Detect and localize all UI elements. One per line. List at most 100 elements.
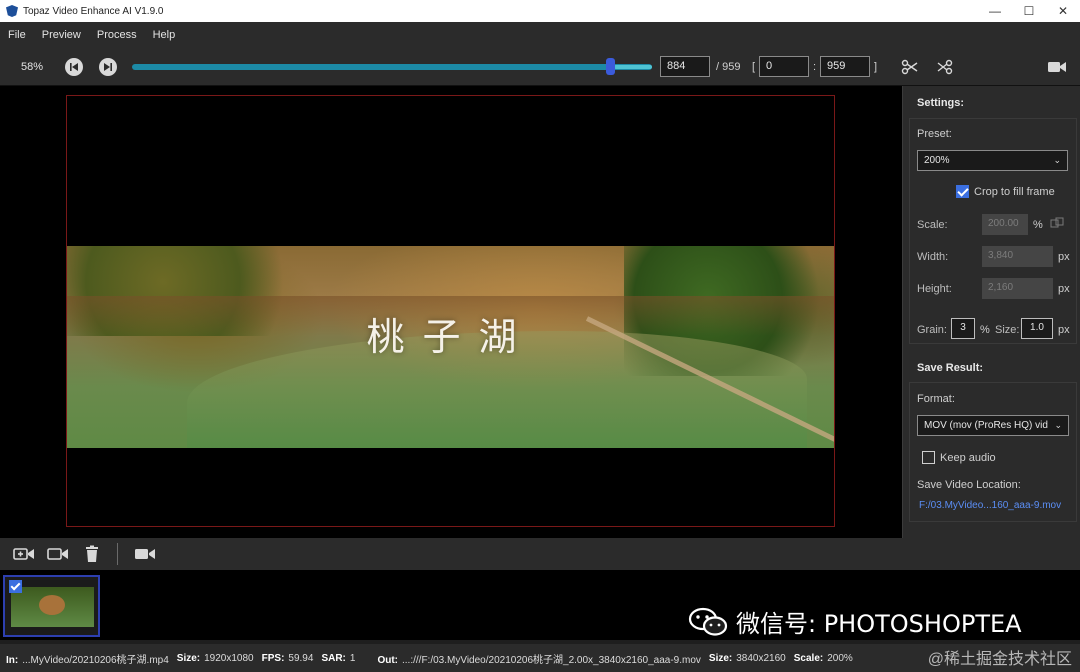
current-frame-input[interactable]: 884 <box>660 56 710 77</box>
status-output-size-label: Size: <box>708 652 733 664</box>
status-sar: SAR: 1 <box>321 653 355 664</box>
status-size-value: 1920x1080 <box>204 652 254 664</box>
status-bar: In: ...MyVideo/20210206桃子湖.mp4 Size: 1920x… <box>0 644 1080 672</box>
format-value: MOV (mov (ProRes HQ) vid <box>924 420 1048 431</box>
replace-video-icon[interactable] <box>47 545 68 563</box>
trash-icon[interactable] <box>83 545 103 563</box>
status-output-value: ...:///F:/03.MyVideo/20210206桃子湖_2.00x_3… <box>402 654 701 666</box>
format-select[interactable]: MOV (mov (ProRes HQ) vid ⌄ <box>917 415 1069 436</box>
range-open-bracket: [ <box>752 61 756 73</box>
grain-input[interactable]: 3 <box>951 318 975 339</box>
menu-process[interactable]: Process <box>89 29 145 41</box>
status-size-label: Size: <box>176 652 201 664</box>
range-end-input[interactable]: 959 <box>820 56 870 77</box>
menu-file[interactable]: File <box>0 29 34 41</box>
video-camera-icon[interactable] <box>1047 58 1067 76</box>
status-fps-value: 59.94 <box>288 652 314 664</box>
export-video-icon[interactable] <box>134 545 155 563</box>
save-result-group: Format: MOV (mov (ProRes HQ) vid ⌄ Keep … <box>909 382 1077 522</box>
preset-label: Preset: <box>917 128 952 140</box>
status-scale-label: Scale: <box>793 652 824 664</box>
status-output-label: Out: <box>377 654 398 666</box>
range-separator: : <box>813 61 817 73</box>
status-output-size: Size: 3840x2160 <box>709 653 786 664</box>
video-preview-area[interactable]: 桃子湖 <box>0 86 902 538</box>
status-output-size-value: 3840x2160 <box>736 652 786 664</box>
app-logo-icon <box>6 5 18 17</box>
width-label: Width: <box>917 251 949 263</box>
clip-thumbnail[interactable] <box>3 575 100 637</box>
save-result-title: Save Result: <box>917 362 984 374</box>
range-close-bracket: ] <box>874 61 878 73</box>
scale-unit: % <box>1033 219 1043 231</box>
status-output: Out: ...:///F:/03.MyVideo/20210206桃子湖_2.0… <box>377 651 700 666</box>
settings-panel: Settings: Preset: 200% ⌄ Crop to fill fr… <box>902 86 1080 538</box>
link-aspect-icon[interactable] <box>1050 217 1064 232</box>
grain-unit: % <box>980 324 990 336</box>
settings-group: Preset: 200% ⌄ Crop to fill frame Scale:… <box>909 118 1077 344</box>
clip-toolbar <box>0 538 1080 570</box>
menu-bar: File Preview Process Help <box>0 22 1080 48</box>
timeline-slider-track[interactable] <box>132 64 652 70</box>
wechat-id-text: 微信号: PHOTOSHOPTEA <box>736 610 1022 638</box>
community-watermark: @稀土掘金技术社区 <box>927 651 1072 668</box>
clip-thumbnail-subject <box>39 595 65 615</box>
toolbar-divider <box>117 543 118 565</box>
status-input-size: Size: 1920x1080 <box>177 653 254 664</box>
status-fps-label: FPS: <box>261 652 285 664</box>
maximize-button[interactable]: ☐ <box>1012 0 1046 22</box>
save-location-label: Save Video Location: <box>917 479 1021 491</box>
total-frames-label: / 959 <box>716 61 741 73</box>
width-unit: px <box>1058 251 1070 263</box>
crop-to-fill-checkbox[interactable] <box>956 185 969 198</box>
height-unit: px <box>1058 283 1070 295</box>
scissors-split-icon[interactable] <box>936 58 956 76</box>
crop-to-fill-label: Crop to fill frame <box>974 186 1055 198</box>
status-scale-value: 200% <box>827 652 853 664</box>
close-button[interactable]: ✕ <box>1046 0 1080 22</box>
menu-preview[interactable]: Preview <box>34 29 89 41</box>
scale-label: Scale: <box>917 219 948 231</box>
format-label: Format: <box>917 393 955 405</box>
window-controls: — ☐ ✕ <box>978 0 1080 22</box>
range-start-input[interactable]: 0 <box>759 56 809 77</box>
wechat-watermark: 微信号: PHOTOSHOPTEA <box>688 604 1022 639</box>
chevron-down-icon: ⌄ <box>1054 420 1062 430</box>
scale-field: 200.00 <box>982 214 1028 235</box>
height-field: 2,160 <box>982 278 1053 299</box>
transport-bar: 58% 884 / 959 [ 0 : 959 ] <box>0 48 1080 86</box>
status-input: In: ...MyVideo/20210206桃子湖.mp4 <box>6 651 169 666</box>
video-caption: 桃子湖 <box>366 315 535 359</box>
width-field: 3,840 <box>982 246 1053 267</box>
add-video-icon[interactable] <box>13 545 34 563</box>
scissors-icon[interactable] <box>901 58 921 76</box>
preset-value: 200% <box>924 155 950 166</box>
height-label: Height: <box>917 283 952 295</box>
timeline-slider-handle[interactable] <box>606 58 616 75</box>
save-location-link[interactable]: F:/03.MyVideo...160_aaa-9.mov <box>919 500 1061 511</box>
keep-audio-label: Keep audio <box>940 452 996 464</box>
wechat-logo-icon <box>688 607 728 636</box>
clip-selected-checkbox[interactable] <box>9 580 22 593</box>
status-scale: Scale: 200% <box>794 653 853 664</box>
keep-audio-checkbox[interactable] <box>922 451 935 464</box>
skip-back-icon[interactable] <box>65 58 83 76</box>
settings-title: Settings: <box>917 97 965 109</box>
title-bar: Topaz Video Enhance AI V1.9.0 — ☐ ✕ <box>0 0 1080 22</box>
minimize-button[interactable]: — <box>978 0 1012 22</box>
timeline-slider-remaining <box>614 65 652 69</box>
preset-select[interactable]: 200% ⌄ <box>917 150 1068 171</box>
status-fps: FPS: 59.94 <box>262 653 314 664</box>
chevron-down-icon: ⌄ <box>1053 155 1061 165</box>
grain-size-input[interactable]: 1.0 <box>1021 318 1053 339</box>
grain-label: Grain: <box>917 324 947 336</box>
grain-size-unit: px <box>1058 324 1070 336</box>
video-frame: 桃子湖 <box>67 246 834 448</box>
grain-size-label: Size: <box>995 324 1020 336</box>
status-sar-label: SAR: <box>321 652 346 664</box>
menu-help[interactable]: Help <box>145 29 184 41</box>
status-input-label: In: <box>6 654 19 666</box>
window-title: Topaz Video Enhance AI V1.9.0 <box>23 5 164 17</box>
zoom-level[interactable]: 58% <box>21 61 43 73</box>
skip-forward-icon[interactable] <box>99 58 117 76</box>
